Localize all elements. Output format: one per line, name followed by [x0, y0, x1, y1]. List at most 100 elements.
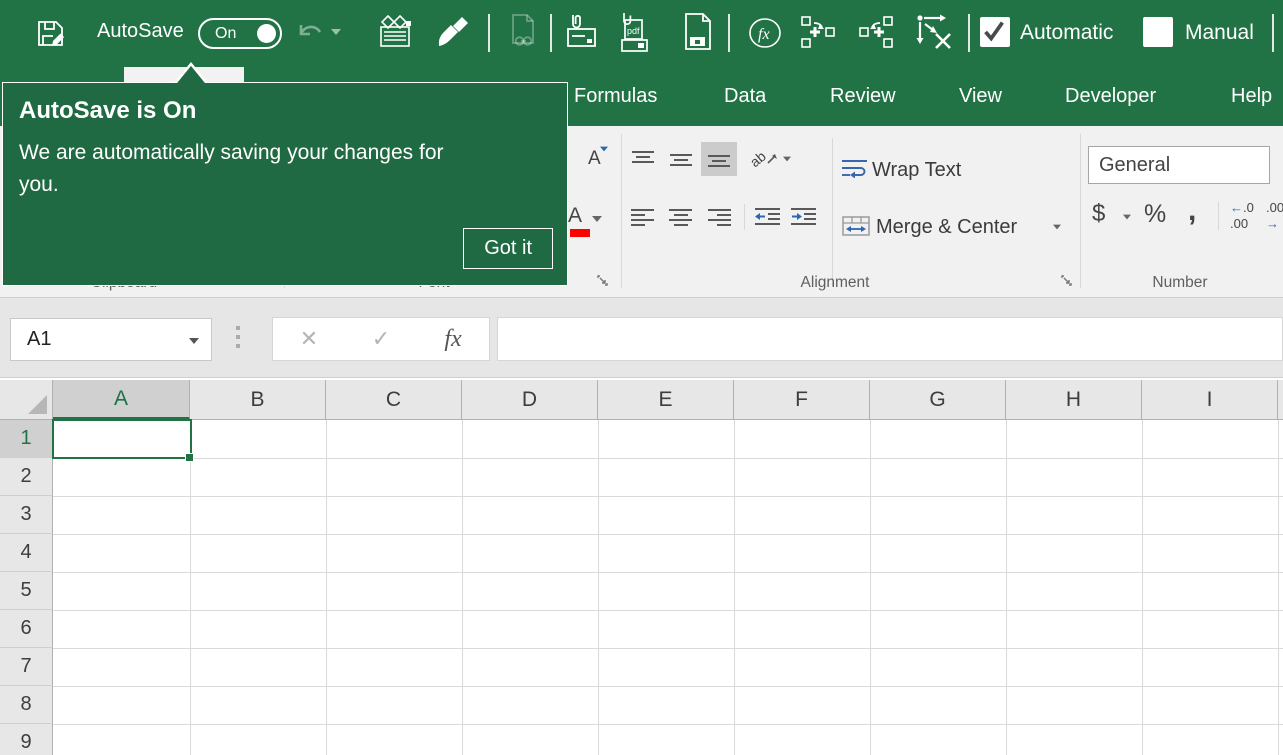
column-header-C[interactable]: C	[326, 380, 462, 420]
group-divider	[621, 134, 622, 288]
autosave-toggle[interactable]: On	[198, 18, 282, 49]
row-header-7[interactable]: 7	[0, 648, 53, 686]
apply-cells-right-icon[interactable]	[800, 15, 836, 49]
save-icon[interactable]	[36, 17, 68, 50]
worksheet-grid[interactable]: ABCDEFGHI 123456789	[0, 378, 1283, 755]
insert-function-fx-icon[interactable]: fx	[417, 326, 489, 353]
gridline	[1006, 420, 1007, 755]
orientation-button[interactable]: ab	[745, 142, 797, 176]
gridline	[53, 610, 1283, 611]
align-right-button[interactable]	[701, 200, 737, 234]
gridline	[462, 420, 463, 755]
comma-format-button[interactable]: ,	[1188, 194, 1196, 228]
percent-format-button[interactable]: %	[1144, 200, 1166, 229]
gridline	[1278, 420, 1279, 755]
column-header-H[interactable]: H	[1006, 380, 1142, 420]
row-header-8[interactable]: 8	[0, 686, 53, 724]
grow-font-button[interactable]: A	[588, 148, 601, 170]
row-header-3[interactable]: 3	[0, 496, 53, 534]
wrap-text-icon[interactable]	[842, 158, 868, 178]
row-header-1[interactable]: 1	[0, 420, 53, 458]
fill-handle[interactable]	[185, 453, 194, 462]
name-box-caret-icon[interactable]	[189, 338, 199, 344]
attach-card-icon[interactable]	[566, 13, 602, 51]
tab-review[interactable]: Review	[830, 67, 896, 126]
apply-cells-left-icon[interactable]	[858, 15, 894, 49]
align-bottom-button[interactable]	[701, 142, 737, 176]
undo-dropdown-icon[interactable]	[331, 29, 341, 35]
small-divider	[744, 204, 745, 230]
row-header-5[interactable]: 5	[0, 572, 53, 610]
column-header-A[interactable]: A	[53, 380, 190, 420]
orientation-glyph: ab	[747, 148, 769, 170]
column-header-B[interactable]: B	[190, 380, 326, 420]
formula-bar-resize-handle[interactable]	[236, 326, 240, 348]
decrease-decimal-arrow-icon: →	[1266, 216, 1279, 231]
font-color-caret-icon[interactable]	[592, 216, 602, 222]
number-format-dropdown[interactable]: General	[1088, 146, 1270, 184]
currency-caret-icon[interactable]	[1123, 215, 1131, 220]
decrease-indent-button[interactable]	[752, 200, 784, 234]
orientation-caret-icon	[783, 157, 791, 162]
format-painter-icon[interactable]	[436, 16, 468, 48]
got-it-button[interactable]: Got it	[463, 228, 553, 269]
column-header-I[interactable]: I	[1142, 380, 1278, 420]
data-form-icon[interactable]	[378, 15, 414, 49]
tab-view[interactable]: View	[959, 67, 1002, 126]
name-box-value: A1	[27, 328, 51, 351]
gridline	[53, 496, 1283, 497]
increase-indent-button[interactable]	[788, 200, 820, 234]
remove-arrows-icon[interactable]	[914, 14, 954, 50]
gridline	[53, 724, 1283, 725]
font-dialog-launcher-icon[interactable]	[596, 274, 610, 288]
insert-function-icon[interactable]: fx	[748, 17, 782, 49]
merge-center-button[interactable]: Merge & Center	[876, 216, 1017, 239]
increase-decimal-button[interactable]: ←.0 .00	[1230, 200, 1254, 233]
select-all-button[interactable]	[0, 380, 53, 420]
align-middle-button[interactable]	[663, 142, 699, 176]
tab-help[interactable]: Help	[1231, 67, 1272, 126]
tab-developer[interactable]: Developer	[1065, 67, 1156, 126]
column-header-D[interactable]: D	[462, 380, 598, 420]
gridline	[53, 534, 1283, 535]
align-left-button[interactable]	[625, 200, 661, 234]
tab-data[interactable]: Data	[724, 67, 766, 126]
select-all-triangle-icon	[28, 395, 47, 414]
qat-separator	[968, 14, 970, 52]
row-header-9[interactable]: 9	[0, 724, 53, 755]
calc-automatic-checkbox[interactable]	[980, 17, 1010, 47]
column-header-G[interactable]: G	[870, 380, 1006, 420]
merge-center-caret-icon[interactable]	[1053, 225, 1061, 230]
tab-formulas[interactable]: Formulas	[574, 67, 657, 126]
name-box[interactable]: A1	[10, 318, 212, 361]
row-header-2[interactable]: 2	[0, 458, 53, 496]
selected-cell-A1[interactable]	[52, 419, 192, 459]
svg-text:pdf: pdf	[627, 26, 640, 36]
attach-pdf-icon[interactable]: pdf	[618, 11, 658, 53]
qat-separator	[1272, 14, 1274, 52]
column-header-partial[interactable]	[1278, 380, 1283, 420]
row-header-4[interactable]: 4	[0, 534, 53, 572]
undo-icon[interactable]	[296, 20, 324, 46]
font-color-button[interactable]: A	[568, 204, 582, 228]
align-top-button[interactable]	[625, 142, 661, 176]
calc-manual-checkbox[interactable]	[1143, 17, 1173, 47]
row-header-6[interactable]: 6	[0, 610, 53, 648]
svg-text:fx: fx	[758, 26, 770, 43]
autosave-callout: AutoSave is On We are automatically savi…	[2, 82, 568, 286]
cancel-icon[interactable]: ✕	[273, 326, 345, 352]
toggle-knob-icon	[257, 24, 276, 43]
increase-decimal-arrow-icon: ←	[1230, 200, 1243, 215]
enter-icon[interactable]: ✓	[345, 326, 417, 352]
decrease-decimal-button[interactable]: .00 →	[1266, 200, 1283, 233]
merge-center-icon[interactable]	[842, 216, 870, 236]
column-header-F[interactable]: F	[734, 380, 870, 420]
formula-input[interactable]	[497, 317, 1283, 361]
embedded-object-icon[interactable]	[682, 13, 714, 51]
column-header-E[interactable]: E	[598, 380, 734, 420]
currency-format-button[interactable]: $	[1092, 200, 1105, 228]
align-center-button[interactable]	[663, 200, 699, 234]
wrap-text-button[interactable]: Wrap Text	[872, 159, 961, 182]
alignment-dialog-launcher-icon[interactable]	[1060, 274, 1074, 288]
small-divider	[832, 138, 833, 286]
